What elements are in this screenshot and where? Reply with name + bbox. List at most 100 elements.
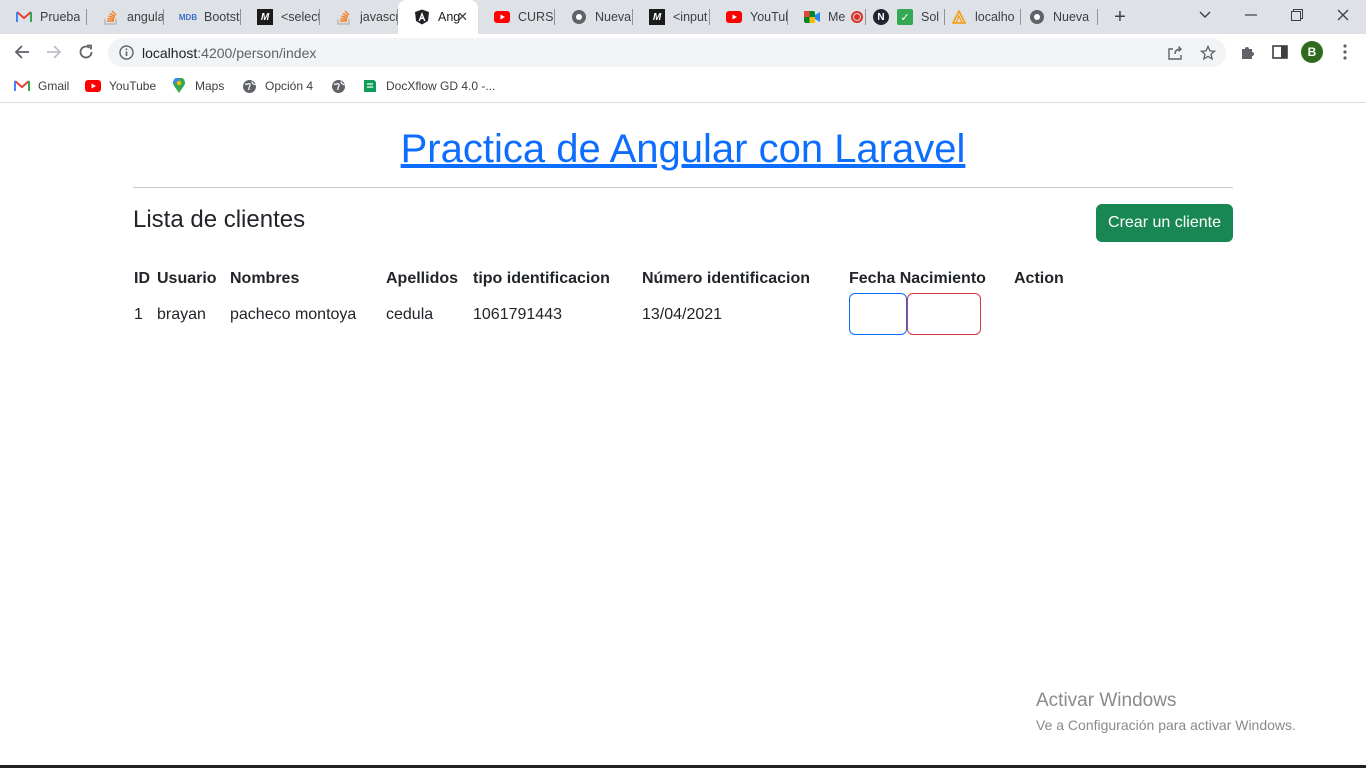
col-header-tipo-identificacion: tipo identificacion xyxy=(473,270,610,287)
cell-usuario: brayan xyxy=(157,306,206,323)
col-header-usuario: Usuario xyxy=(157,270,217,287)
tab-title: Me xyxy=(828,10,846,24)
bookmark-docxflow[interactable]: DocXflow GD 4.0 -... xyxy=(362,77,495,95)
cell-numero-identificacion: 13/04/2021 xyxy=(642,306,723,323)
tab-nueva-2[interactable]: Nueva xyxy=(1021,0,1098,34)
close-window-icon[interactable] xyxy=(1321,0,1365,30)
url-path: :4200/person/index xyxy=(197,45,317,61)
tab-title: <select xyxy=(281,10,320,24)
back-arrow-icon[interactable] xyxy=(8,38,36,66)
tab-prueba[interactable]: Prueba xyxy=(0,0,87,34)
tab-bootstrap[interactable]: MDB Bootstr xyxy=(164,0,241,34)
edit-button[interactable] xyxy=(849,293,907,335)
bookmark-globe[interactable] xyxy=(330,77,354,95)
youtube-icon xyxy=(494,9,510,25)
mdb-icon: MDB xyxy=(178,12,198,22)
bookmark-label: Gmail xyxy=(38,79,70,93)
tab-javascript[interactable]: javascri xyxy=(320,0,398,34)
tab-title: Nueva xyxy=(595,10,632,24)
tab-youtube[interactable]: YouTub xyxy=(710,0,788,34)
page-title-link[interactable]: Practica de Angular con Laravel xyxy=(133,125,1233,173)
browser-toolbar: localhost:4200/person/index xyxy=(0,34,1366,70)
tab-title: CURSO xyxy=(518,10,555,24)
new-tab-icon[interactable]: + xyxy=(1110,6,1130,28)
reload-icon[interactable] xyxy=(72,38,100,66)
cell-id: 1 xyxy=(134,306,143,323)
forward-arrow-icon[interactable] xyxy=(40,38,68,66)
tab-angular-so[interactable]: angular xyxy=(87,0,164,34)
list-heading: Lista de clientes xyxy=(133,206,306,233)
close-tab-icon[interactable]: ✕ xyxy=(457,9,468,25)
youtube-icon xyxy=(726,9,742,25)
share-icon[interactable] xyxy=(1166,44,1184,62)
bookmark-youtube[interactable]: YouTube xyxy=(85,77,156,95)
tab-title: Bootstr xyxy=(204,10,241,24)
col-header-nombres: Nombres xyxy=(230,270,300,287)
gmail-icon xyxy=(14,78,30,94)
site-info-icon[interactable] xyxy=(119,45,134,65)
restore-icon[interactable] xyxy=(1275,0,1319,30)
tab-meet[interactable]: Me xyxy=(788,0,866,34)
delete-button[interactable] xyxy=(907,293,981,335)
tab-title: <input xyxy=(673,10,708,24)
url-text: localhost:4200/person/index xyxy=(142,45,316,61)
bookmark-label: Maps xyxy=(195,79,225,93)
windows-activation-watermark: Activar Windows Ve a Configuración para … xyxy=(1036,689,1296,735)
globe-icon xyxy=(330,78,346,94)
col-header-apellidos: Apellidos xyxy=(386,270,459,287)
tab-nueva-1[interactable]: Nueva xyxy=(555,0,633,34)
side-panel-icon[interactable] xyxy=(1270,42,1290,62)
minimize-icon[interactable] xyxy=(1229,0,1273,30)
create-client-button[interactable]: Crear un cliente xyxy=(1096,204,1233,242)
m-icon: M xyxy=(649,9,665,25)
stackoverflow-icon xyxy=(336,9,352,25)
address-bar[interactable]: localhost:4200/person/index xyxy=(108,38,1226,67)
bookmark-star-icon[interactable] xyxy=(1199,44,1217,62)
gmail-icon xyxy=(16,9,32,25)
chrome-icon xyxy=(1029,9,1045,25)
bookmark-label: Opción 4 xyxy=(265,79,314,93)
check-icon: ✓ xyxy=(897,9,913,25)
tab-sol[interactable]: ✓ Sol xyxy=(890,0,945,34)
watermark-title: Activar Windows xyxy=(1036,690,1177,711)
tab-strip: Prueba angular MDB Bootstr M <select jav… xyxy=(0,0,1366,34)
col-header-fecha-nacimiento: Fecha Nacimiento xyxy=(849,270,986,287)
tab-title: Prueba xyxy=(40,10,81,24)
tab-curso[interactable]: CURSO xyxy=(478,0,555,34)
bookmark-label: DocXflow GD 4.0 -... xyxy=(386,79,496,93)
tab-title: YouTub xyxy=(750,10,788,24)
profile-avatar[interactable]: B xyxy=(1301,41,1323,63)
tab-title: Nueva xyxy=(1053,10,1090,24)
tab-title: Sol xyxy=(921,10,940,24)
tab-title: localho xyxy=(975,10,1015,24)
bookmark-opcion-4[interactable]: Opción 4 xyxy=(241,77,313,95)
divider xyxy=(133,187,1233,188)
m-icon: M xyxy=(257,9,273,25)
bookmark-gmail[interactable]: Gmail xyxy=(14,77,69,95)
bookmark-maps[interactable]: Maps xyxy=(171,77,224,95)
tab-search-chevron-icon[interactable] xyxy=(1183,0,1227,30)
col-header-id: ID xyxy=(134,270,150,287)
maps-icon xyxy=(171,78,187,94)
cell-tipo-identificacion: 1061791443 xyxy=(473,306,562,323)
tab-select[interactable]: M <select xyxy=(241,0,320,34)
bookmark-label: YouTube xyxy=(109,79,157,93)
phpmyadmin-icon xyxy=(951,9,967,25)
chrome-icon xyxy=(571,9,587,25)
meet-icon xyxy=(804,9,820,25)
stackoverflow-icon xyxy=(103,9,119,25)
tab-input[interactable]: M <input xyxy=(633,0,710,34)
tab-title: angular xyxy=(127,10,164,24)
cell-nombres: pacheco montoya xyxy=(230,306,357,323)
tab-title: javascri xyxy=(360,10,398,24)
kebab-menu-icon[interactable] xyxy=(1335,42,1355,62)
tab-localhost[interactable]: localho xyxy=(945,0,1021,34)
extensions-puzzle-icon[interactable] xyxy=(1238,42,1258,62)
docxflow-icon xyxy=(362,78,378,94)
globe-icon xyxy=(241,78,257,94)
watermark-subtitle: Ve a Configuración para activar Windows. xyxy=(1036,717,1296,733)
bookmarks-bar: Gmail YouTube Maps Opción 4 DocXflow GD … xyxy=(0,70,1366,103)
page-content: Practica de Angular con Laravel Lista de… xyxy=(0,103,1366,768)
cell-apellidos: cedula xyxy=(386,306,434,323)
tab-angular-app[interactable]: Ang ✕ xyxy=(398,0,478,34)
